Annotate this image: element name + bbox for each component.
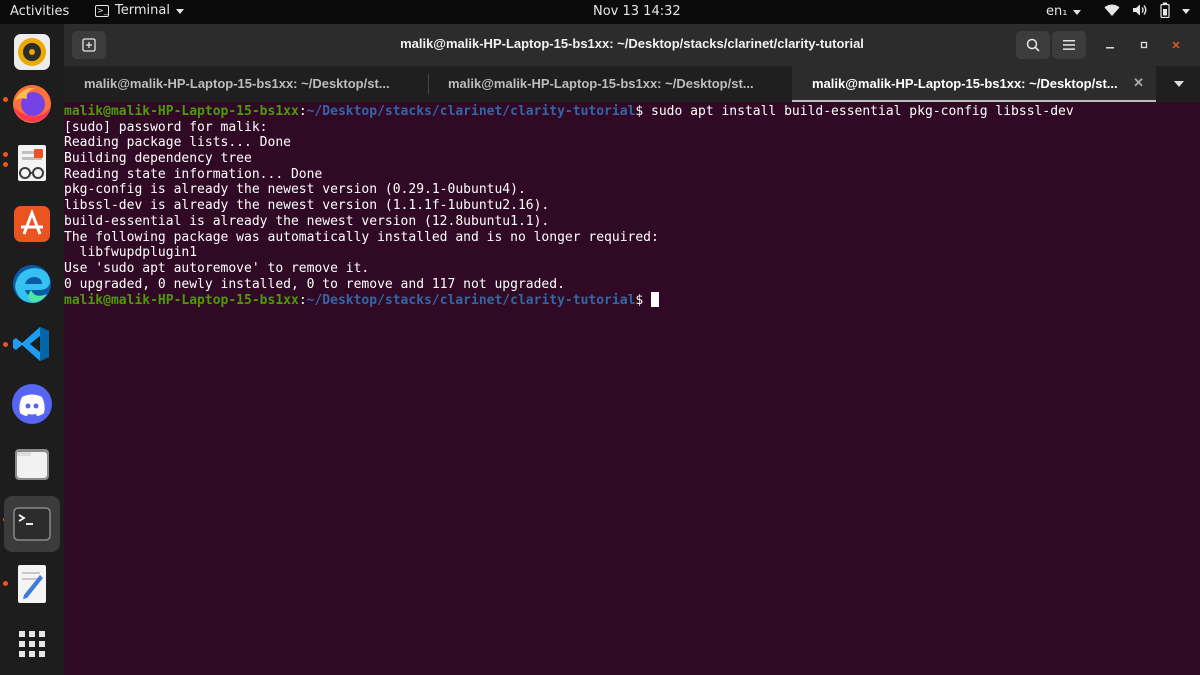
output-line: [sudo] password for malik: <box>64 119 268 135</box>
dock-show-apps[interactable] <box>4 616 60 672</box>
maximize-button[interactable] <box>1136 37 1152 53</box>
prompt-user: malik@malik-HP-Laptop-15-bs1xx <box>64 293 299 309</box>
edge-icon <box>13 265 51 303</box>
firefox-icon <box>13 85 51 123</box>
vscode-icon <box>13 327 49 361</box>
search-icon <box>1026 38 1040 52</box>
dock-edge[interactable] <box>4 256 60 312</box>
prompt-separator: : <box>298 104 307 119</box>
terminal-icon <box>13 507 51 541</box>
language-indicator[interactable]: en₁ <box>1046 4 1082 19</box>
output-line: 0 upgraded, 0 newly installed, 0 to remo… <box>64 276 565 292</box>
minimize-icon <box>1106 47 1114 49</box>
tab-1[interactable]: malik@malik-HP-Laptop-15-bs1xx: ~/Deskto… <box>64 66 428 102</box>
top-bar: Activities >_ Terminal Nov 13 14:32 en₁ <box>0 0 1200 24</box>
output-line: pkg-config is already the newest version… <box>64 182 526 198</box>
current-prompt-line: malik@malik-HP-Laptop-15-bs1xx:~/Desktop… <box>64 292 1200 308</box>
command-line: malik@malik-HP-Laptop-15-bs1xx:~/Desktop… <box>64 104 1200 120</box>
document-viewer-icon <box>18 145 46 181</box>
tab-label: malik@malik-HP-Laptop-15-bs1xx: ~/Deskto… <box>812 76 1118 91</box>
output-line: Reading package lists... Done <box>64 135 291 151</box>
chevron-down-icon <box>1182 8 1190 14</box>
output-line: libfwupdplugin1 <box>64 245 198 261</box>
output-line: build-essential is already the newest ve… <box>64 213 550 229</box>
tab-label: malik@malik-HP-Laptop-15-bs1xx: ~/Deskto… <box>84 76 390 91</box>
battery-icon <box>1160 2 1170 18</box>
title-bar[interactable]: malik@malik-HP-Laptop-15-bs1xx: ~/Deskto… <box>64 24 1200 66</box>
volume-icon <box>1133 4 1147 16</box>
terminal-window: malik@malik-HP-Laptop-15-bs1xx: ~/Deskto… <box>64 24 1200 675</box>
terminal-small-icon: >_ <box>95 4 109 17</box>
dock-terminal[interactable] <box>4 496 60 552</box>
tab-label: malik@malik-HP-Laptop-15-bs1xx: ~/Deskto… <box>448 76 754 91</box>
prompt-symbol: $ <box>635 104 652 119</box>
output-line: Use 'sudo apt autoremove' to remove it. <box>64 260 370 276</box>
tab-menu-chevron-icon[interactable] <box>1174 81 1184 87</box>
language-label: en₁ <box>1046 4 1068 19</box>
output-line: The following package was automatically … <box>64 229 659 245</box>
chevron-down-icon <box>1073 10 1082 15</box>
close-icon <box>1172 41 1180 49</box>
files-icon <box>15 449 49 480</box>
dock-app-center[interactable] <box>4 196 60 252</box>
dock-firefox[interactable] <box>4 76 60 132</box>
tab-close-icon[interactable]: ✕ <box>1133 75 1144 91</box>
wifi-icon <box>1104 4 1120 16</box>
close-button[interactable] <box>1168 37 1184 53</box>
prompt-path: ~/Desktop/stacks/clarinet/clarity-tutori… <box>306 104 636 119</box>
chevron-down-icon <box>175 9 184 14</box>
prompt-separator: : <box>298 293 307 309</box>
text-editor-icon <box>18 565 46 603</box>
dock-files[interactable] <box>4 436 60 492</box>
activities-button[interactable]: Activities <box>10 4 69 19</box>
app-center-icon <box>14 206 50 242</box>
rhythmbox-icon <box>14 34 50 70</box>
tab-2[interactable]: malik@malik-HP-Laptop-15-bs1xx: ~/Deskto… <box>428 66 792 102</box>
dock <box>0 24 64 675</box>
hamburger-icon <box>1063 40 1075 50</box>
tab-bar: malik@malik-HP-Laptop-15-bs1xx: ~/Deskto… <box>64 66 1200 102</box>
output-line: Reading state information... Done <box>64 166 323 182</box>
prompt-symbol: $ <box>635 293 652 309</box>
menu-button[interactable] <box>1052 31 1086 59</box>
discord-icon <box>12 384 52 424</box>
minimize-button[interactable] <box>1102 37 1118 53</box>
clock[interactable]: Nov 13 14:32 <box>593 4 681 19</box>
text-cursor <box>651 292 660 308</box>
output-line: Building dependency tree <box>64 151 252 167</box>
show-apps-icon <box>19 631 45 657</box>
dock-document-viewer[interactable] <box>4 136 60 192</box>
dock-vscode[interactable] <box>4 316 60 372</box>
app-menu[interactable]: >_ Terminal <box>95 3 184 18</box>
prompt-user: malik@malik-HP-Laptop-15-bs1xx <box>64 104 299 119</box>
dock-text-editor[interactable] <box>4 556 60 612</box>
tab-3[interactable]: malik@malik-HP-Laptop-15-bs1xx: ~/Deskto… <box>792 66 1156 102</box>
maximize-icon <box>1140 41 1148 49</box>
dock-discord[interactable] <box>4 376 60 432</box>
command-text: sudo apt install build-essential pkg-con… <box>651 104 1074 119</box>
search-button[interactable] <box>1016 31 1050 59</box>
prompt-path: ~/Desktop/stacks/clarinet/clarity-tutori… <box>306 293 636 309</box>
system-tray[interactable] <box>1104 2 1190 18</box>
app-menu-label: Terminal <box>115 3 170 18</box>
dock-rhythmbox[interactable] <box>4 24 60 80</box>
output-line: libssl-dev is already the newest version… <box>64 198 550 214</box>
terminal-output[interactable]: malik@malik-HP-Laptop-15-bs1xx:~/Desktop… <box>64 102 1200 675</box>
